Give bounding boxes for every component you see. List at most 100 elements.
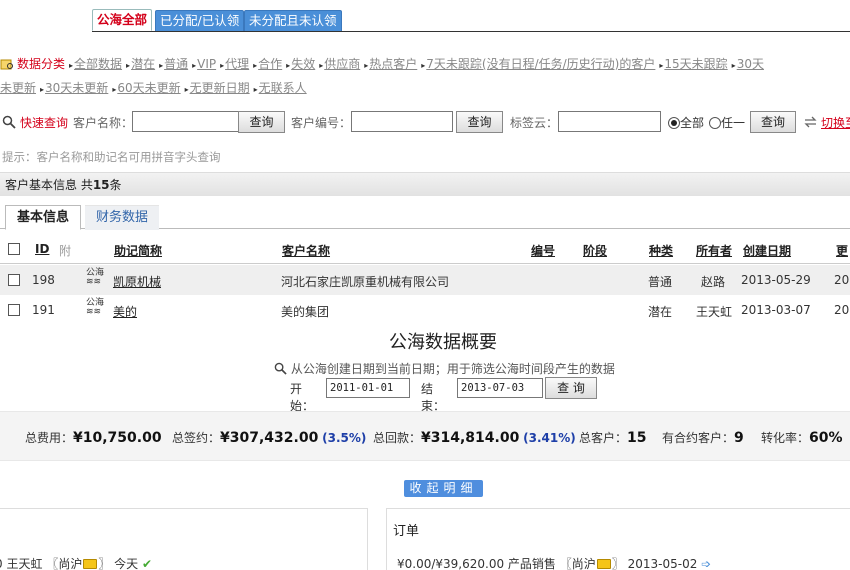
- col-name[interactable]: 客户名称: [282, 242, 330, 259]
- radio-any-dot[interactable]: [709, 117, 721, 129]
- tab-baseline: [92, 31, 850, 32]
- tab-assigned[interactable]: 已分配/已认领: [155, 10, 245, 31]
- cat-partner[interactable]: 合作: [258, 57, 282, 71]
- search-icon: [274, 362, 287, 375]
- overview-subtitle-text: 从公海创建日期到当前日期；用于筛选公海时间段产生的数据: [290, 362, 615, 376]
- tab-finance-data[interactable]: 财务数据: [85, 205, 160, 230]
- row-owner: 赵路: [701, 275, 726, 289]
- order-date: 2013-05-02: [627, 557, 698, 570]
- top-tabs: 公海全部 已分配/已认领 未分配且未认领: [0, 8, 850, 32]
- stat-fee: 总费用：¥10,750.00: [25, 430, 162, 446]
- row-checkbox[interactable]: [8, 304, 20, 316]
- col-kind[interactable]: 种类: [649, 242, 673, 259]
- table-row[interactable]: 198 公海 ≋≋ 凯原机械 河北石家庄凯原重机械有限公司 普通 赵路 2013-…: [0, 265, 850, 295]
- radio-all[interactable]: 全部: [668, 114, 704, 131]
- cat-normal[interactable]: 普通: [164, 57, 188, 71]
- cat-30days-cont[interactable]: 未更新: [0, 81, 36, 95]
- cat-hot[interactable]: 热点客户: [369, 57, 417, 71]
- cat-no-contact[interactable]: 无联系人: [259, 81, 307, 95]
- orders-panel: 订单 ¥0.00/¥39,620.00 产品销售 〖尚沪〗 2013-05-02…: [386, 508, 850, 570]
- query-name-button[interactable]: 查询: [238, 111, 285, 133]
- cat-15days[interactable]: 15天未跟踪: [664, 57, 727, 71]
- basic-count: 15: [92, 178, 110, 192]
- basic-prefix: 客户基本信息 共: [5, 178, 93, 192]
- row-id: 191: [32, 303, 55, 317]
- cat-potential[interactable]: 潜在: [131, 57, 155, 71]
- activity-panel: 0 王天虹 〖尚沪〗 今天 ✔: [0, 508, 368, 570]
- switch-icon: [804, 116, 817, 128]
- collapse-details-button[interactable]: 收起明细: [404, 480, 483, 497]
- col-stage[interactable]: 阶段: [583, 242, 607, 259]
- radio-any-label: 任一: [721, 116, 746, 130]
- col-date[interactable]: 创建日期: [743, 242, 791, 259]
- cat-vip[interactable]: VIP: [197, 57, 216, 71]
- start-date-input[interactable]: 2011-01-01: [326, 378, 410, 398]
- row-id: 198: [32, 273, 55, 287]
- row-checkbox[interactable]: [8, 274, 20, 286]
- activity-user: 王天虹: [6, 557, 43, 570]
- orders-title: 订单: [393, 524, 420, 539]
- cat-all[interactable]: 全部数据: [74, 57, 122, 71]
- cat-supplier[interactable]: 供应商: [324, 57, 360, 71]
- stat-rate: 转化率：60%: [761, 430, 843, 446]
- row-update: 20: [834, 303, 850, 317]
- info-subtabs: 基本信息 财务数据: [0, 203, 850, 230]
- tab-all-public[interactable]: 公海全部: [92, 9, 153, 31]
- overview-panel: 公海数据概要 从公海创建日期到当前日期；用于筛选公海时间段产生的数据 开始： 2…: [0, 318, 850, 570]
- row-update: 20: [834, 273, 850, 287]
- stat-contract: 有合约客户：9: [662, 430, 744, 446]
- row-date: 2013-05-29: [741, 273, 811, 287]
- row-short[interactable]: 凯原机械: [113, 273, 161, 290]
- tab-unassigned[interactable]: 未分配且未认领: [244, 10, 342, 31]
- order-line: ¥0.00/¥39,620.00 产品销售 〖尚沪〗 2013-05-02 ➩: [397, 555, 711, 570]
- start-label: 开始：: [290, 382, 315, 413]
- stat-back: 总回款：¥314,814.00 (3.41%): [373, 430, 576, 446]
- activity-line: 0 王天虹 〖尚沪〗 今天 ✔: [0, 555, 152, 570]
- cat-no-date[interactable]: 无更新日期: [190, 81, 250, 95]
- stat-sign: 总签约：¥307,432.00 (3.5%): [172, 430, 367, 446]
- query-no-button[interactable]: 查询: [456, 111, 503, 133]
- search-icon: [2, 115, 16, 129]
- select-all-checkbox[interactable]: [8, 243, 20, 255]
- tag-cloud-input[interactable]: [558, 111, 661, 132]
- cat-7days[interactable]: 7天未跟踪(没有日程/任务/历史行动)的客户: [426, 57, 655, 71]
- switch-link[interactable]: 切换至: [821, 114, 850, 131]
- col-update[interactable]: 更: [836, 242, 848, 259]
- customer-basic-bar: 客户基本信息 共15条: [0, 172, 850, 196]
- overview-query-button[interactable]: 查 询: [545, 377, 597, 399]
- cat-invalid[interactable]: 失效: [291, 57, 315, 71]
- tab-basic-info[interactable]: 基本信息: [5, 205, 82, 230]
- query-tag-button[interactable]: 查询: [750, 111, 796, 133]
- col-short[interactable]: 助记简称: [114, 242, 162, 259]
- activity-when: 今天: [114, 557, 139, 570]
- cat-30-noupdate[interactable]: 30天未更新: [45, 81, 108, 95]
- check-icon: ✔: [142, 557, 153, 570]
- row-date: 2013-03-07: [741, 303, 811, 317]
- arrow-right-icon[interactable]: ➩: [701, 557, 711, 570]
- sea-icon: 公海 ≋≋: [86, 298, 105, 317]
- col-no[interactable]: 编号: [531, 242, 555, 259]
- query-hint: 提示：客户名称和助记名可用拼音字头查询: [2, 150, 221, 164]
- customer-name-label: 客户名称：: [73, 116, 134, 130]
- row-kind: 普通: [648, 275, 673, 289]
- col-owner[interactable]: 所有者: [696, 242, 732, 259]
- radio-all-dot[interactable]: [668, 117, 680, 129]
- radio-all-label: 全部: [680, 116, 705, 130]
- overview-title: 公海数据概要: [389, 332, 497, 353]
- radio-any[interactable]: 任一: [709, 114, 745, 131]
- row-name: 河北石家庄凯原重机械有限公司: [281, 275, 450, 289]
- cat-60-noupdate[interactable]: 60天未更新: [117, 81, 180, 95]
- summary-stats: 总费用：¥10,750.00 总签约：¥307,432.00 (3.5%) 总回…: [0, 411, 850, 461]
- cat-30days[interactable]: 30天: [737, 57, 764, 71]
- activity-tag: 〖尚沪〗: [46, 557, 111, 570]
- category-label: 数据分类: [17, 57, 66, 71]
- tag-cloud-label: 标签云：: [510, 116, 559, 130]
- sea-icon: 公海 ≋≋: [86, 268, 105, 287]
- customer-no-label: 客户编号：: [291, 116, 352, 130]
- folder-icon: [83, 559, 98, 569]
- col-id[interactable]: ID: [35, 242, 49, 256]
- end-date-input[interactable]: 2013-07-03: [457, 378, 543, 398]
- customer-no-input[interactable]: [351, 111, 453, 132]
- quick-query-label: 快速查询: [20, 116, 69, 130]
- cat-agent[interactable]: 代理: [225, 57, 249, 71]
